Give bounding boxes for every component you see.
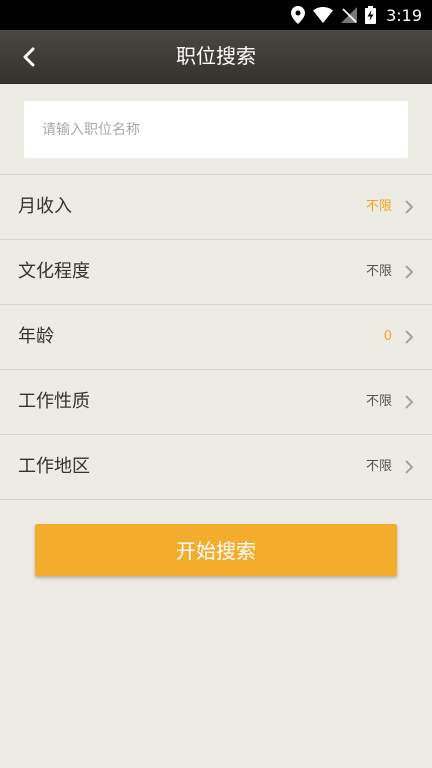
- status-icons: 3:19: [291, 0, 422, 30]
- back-button[interactable]: [10, 38, 48, 76]
- chevron-right-icon: [405, 460, 414, 474]
- status-bar: 3:19: [0, 0, 432, 30]
- chevron-left-icon: [23, 47, 35, 67]
- filter-value: 0: [383, 329, 392, 344]
- chevron-right-icon: [405, 395, 414, 409]
- clock: 3:19: [386, 5, 422, 25]
- search-section: [0, 84, 432, 174]
- job-title-search-input[interactable]: [24, 101, 408, 158]
- chevron-right-icon: [405, 265, 414, 279]
- page-title: 职位搜索: [176, 44, 256, 68]
- filter-value: 不限: [365, 199, 392, 214]
- filter-label: 年龄: [18, 326, 54, 347]
- filter-row-work-area[interactable]: 工作地区 不限: [0, 435, 432, 500]
- filter-row-job-type[interactable]: 工作性质 不限: [0, 370, 432, 435]
- chevron-right-icon: [405, 330, 414, 344]
- filter-label: 月收入: [18, 196, 72, 217]
- chevron-right-icon: [405, 200, 414, 214]
- filter-list: 月收入 不限 文化程度 不限 年龄 0 工作性质 不限 工作地区 不限: [0, 174, 432, 500]
- filter-value: 不限: [365, 459, 392, 474]
- filter-value: 不限: [365, 394, 392, 409]
- no-sim-icon: [341, 7, 358, 23]
- filter-row-education[interactable]: 文化程度 不限: [0, 240, 432, 305]
- location-icon: [291, 6, 306, 24]
- wifi-icon: [313, 7, 334, 23]
- start-search-button[interactable]: 开始搜索: [35, 524, 397, 576]
- filter-row-monthly-income[interactable]: 月收入 不限: [0, 175, 432, 240]
- filter-label: 文化程度: [18, 261, 90, 282]
- filter-label: 工作性质: [18, 391, 90, 412]
- filter-row-age[interactable]: 年龄 0: [0, 305, 432, 370]
- battery-charging-icon: [365, 6, 377, 24]
- nav-bar: 职位搜索: [0, 30, 432, 84]
- filter-label: 工作地区: [18, 456, 90, 477]
- filter-value: 不限: [365, 264, 392, 279]
